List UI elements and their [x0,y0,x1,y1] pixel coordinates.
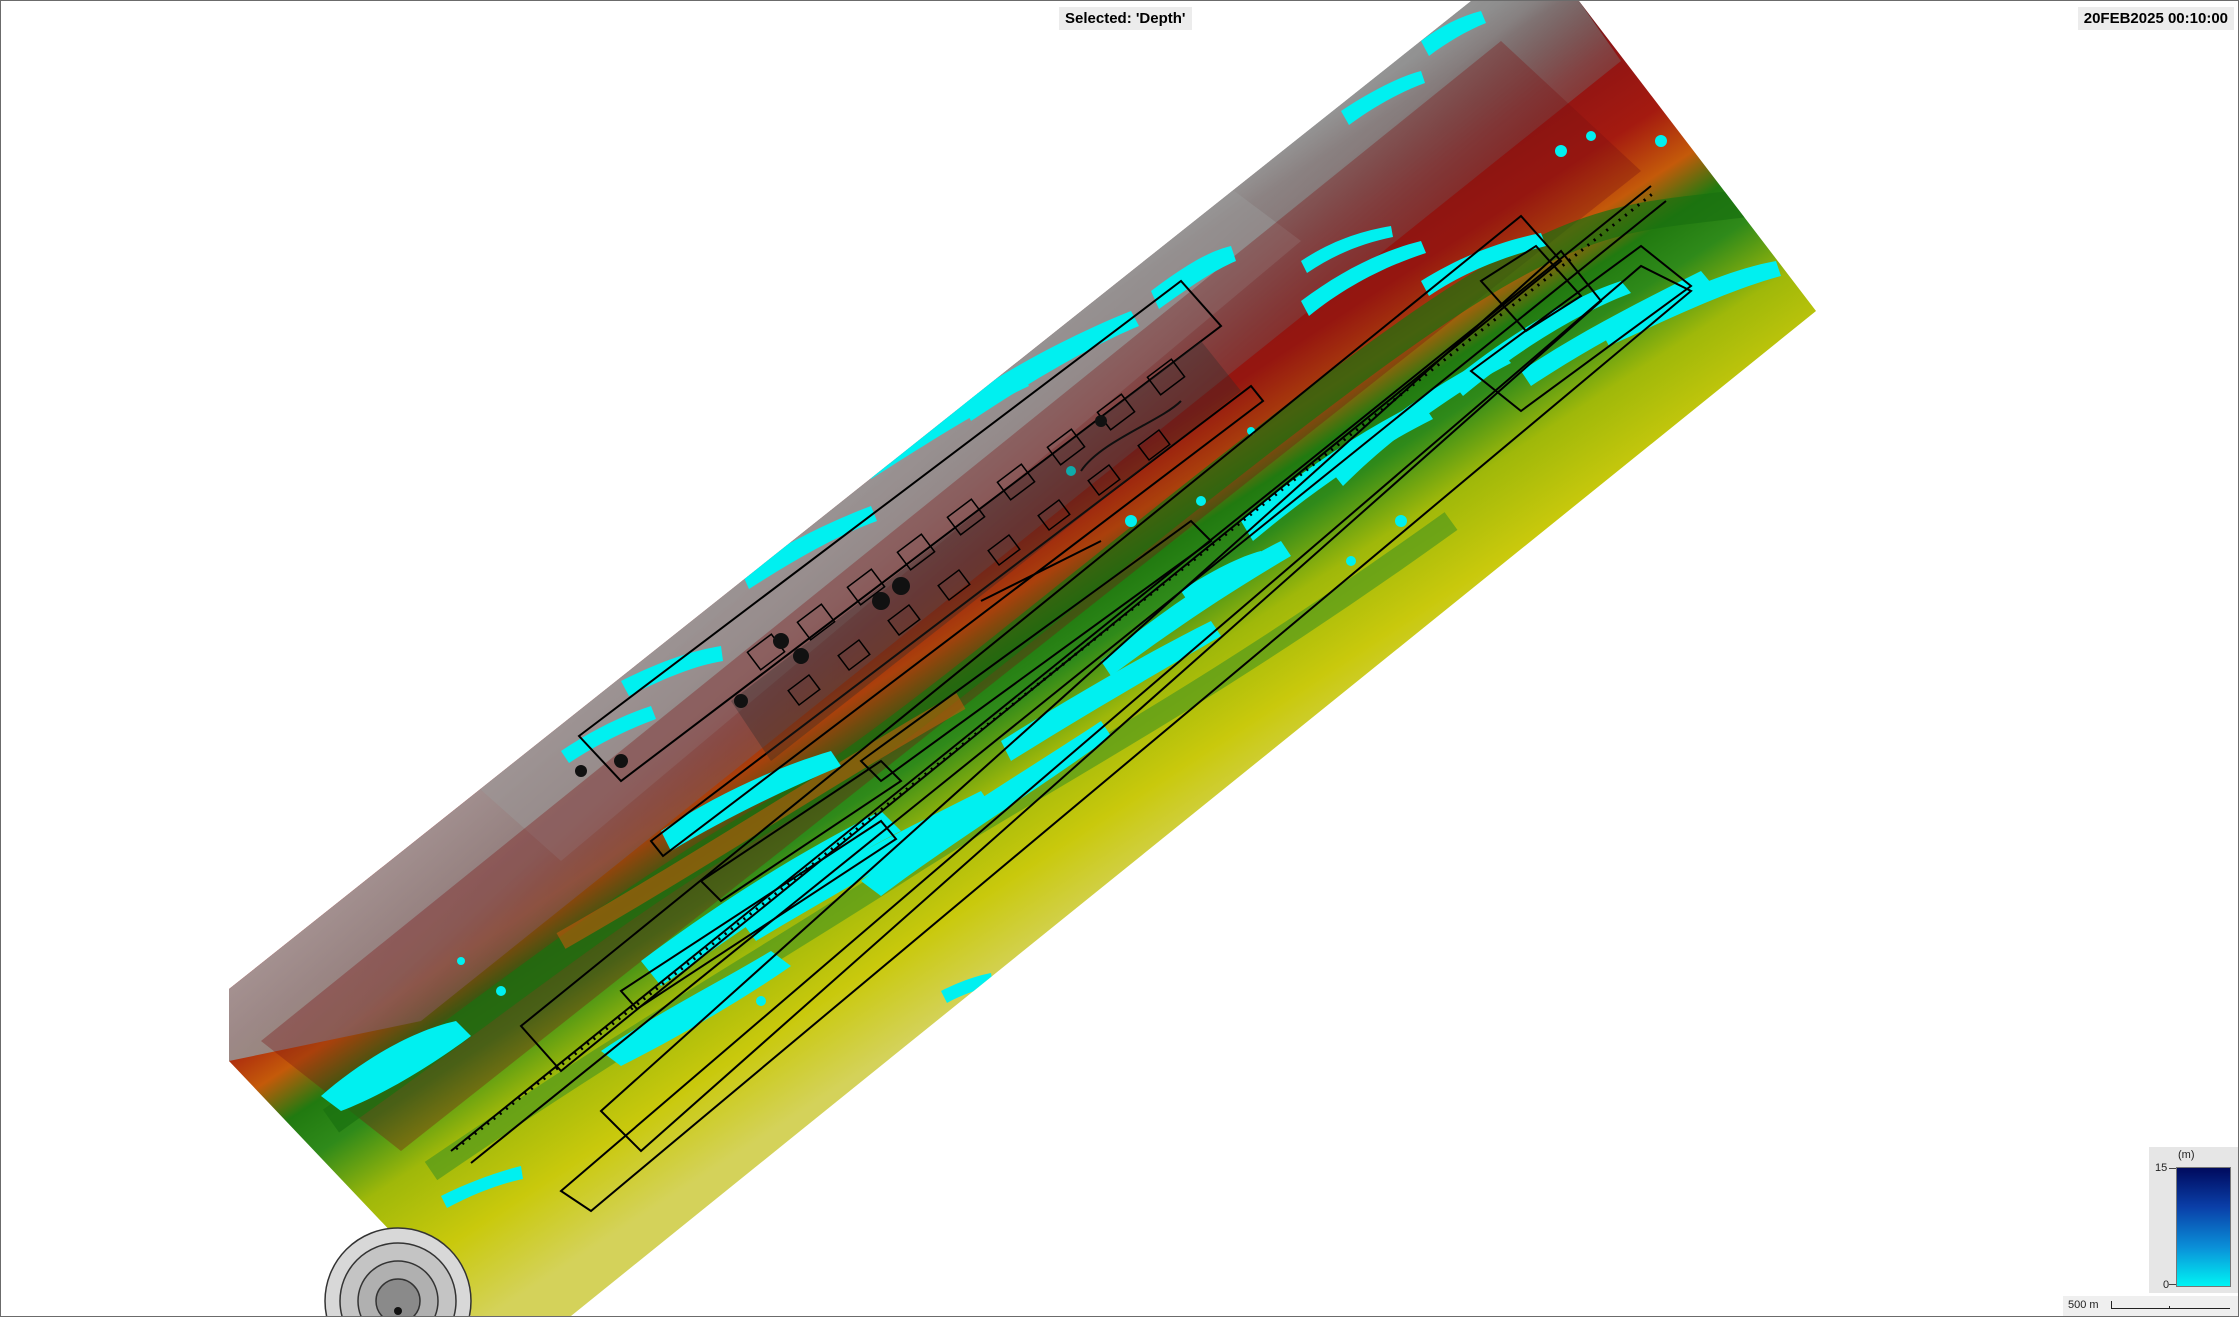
selected-layer-label: Selected: 'Depth' [1059,7,1192,30]
legend-unit: (m) [2178,1149,2195,1161]
map-canvas[interactable] [1,1,2238,1316]
scale-bar: 500 m [2063,1296,2238,1316]
legend-max-value: 15 [2155,1162,2168,1174]
scale-bar-label: 500 m [2068,1299,2099,1311]
legend-color-ramp [2176,1167,2231,1287]
scale-bar-tick [2169,1306,2170,1309]
scale-bar-line [2111,1301,2230,1309]
map-viewport[interactable]: Selected: 'Depth' 20FEB2025 00:10:00 (m)… [0,0,2239,1317]
depth-legend[interactable]: (m) 15 0 [2149,1147,2238,1293]
terrain-raster [229,1,1816,1316]
legend-min-value: 0 [2163,1279,2170,1291]
timestamp-label: 20FEB2025 00:10:00 [2077,7,2234,30]
legend-tick-max [2169,1168,2176,1169]
legend-tick-min [2169,1284,2176,1285]
